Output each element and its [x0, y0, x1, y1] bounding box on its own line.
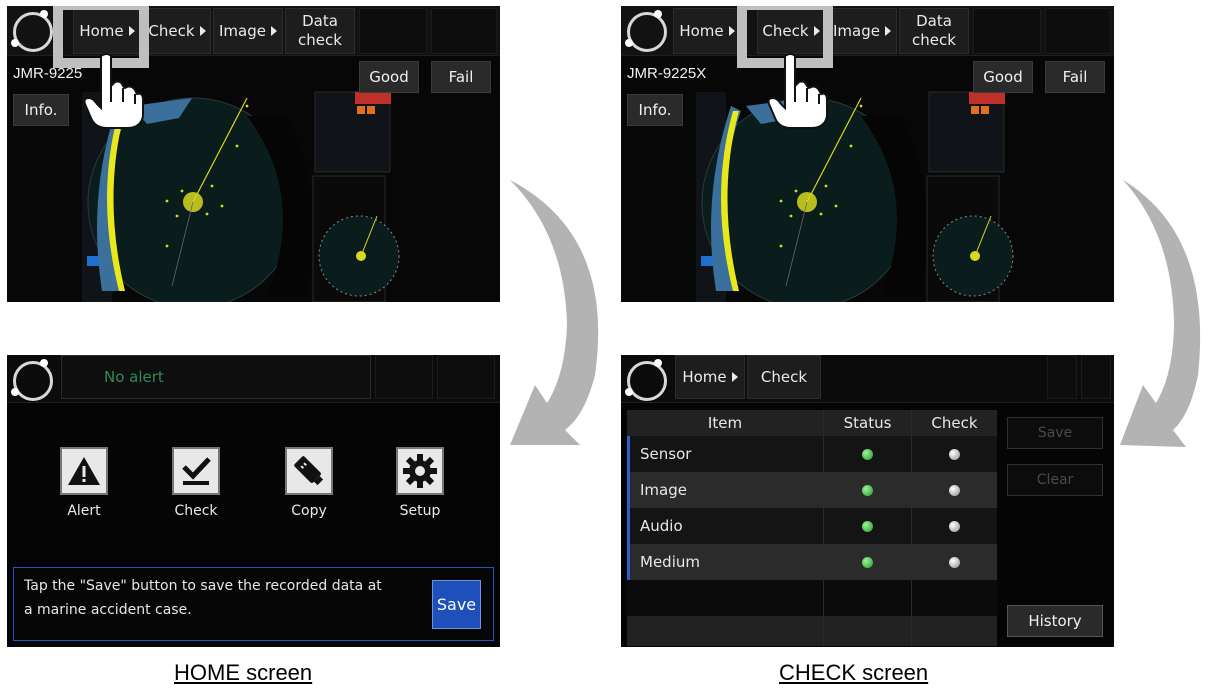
empty-slot: [359, 8, 427, 54]
pointing-hand-icon: [767, 53, 828, 129]
check-screen-caption: CHECK screen: [779, 660, 929, 685]
logo-icon: [625, 359, 667, 401]
empty-slot: [375, 355, 433, 399]
table-row[interactable]: Sensor: [627, 436, 997, 472]
empty-slot: [1047, 355, 1077, 399]
radar-screen-home-step: Home Check Image Data check JMR-9225 Good…: [7, 6, 500, 302]
home-screen-caption: HOME screen: [174, 660, 313, 685]
clear-button[interactable]: Clear: [1007, 464, 1103, 496]
nav-image-button[interactable]: Image: [827, 8, 897, 54]
empty-slot: [973, 8, 1041, 54]
empty-slot: [437, 355, 495, 399]
logo-icon: [11, 359, 53, 401]
curved-arrow-icon: [510, 180, 599, 445]
triangle-right-icon: [728, 26, 735, 36]
row-item-label: Medium: [627, 544, 823, 580]
table-header: Item Status Check: [627, 410, 997, 436]
copy-button[interactable]: Copy: [269, 447, 349, 519]
column-header-check: Check: [911, 410, 997, 436]
empty-slot: [1081, 355, 1111, 399]
status-indicator-icon: [862, 448, 873, 460]
alert-status-box: No alert: [61, 355, 371, 399]
empty-slot: [431, 8, 497, 54]
triangle-right-icon: [270, 26, 277, 36]
triangle-right-icon: [731, 372, 738, 382]
triangle-right-icon: [199, 26, 206, 36]
model-name: JMR-9225: [13, 65, 83, 82]
logo-icon: [11, 10, 53, 52]
info-button[interactable]: Info.: [627, 94, 683, 126]
good-button[interactable]: Good: [973, 61, 1033, 93]
alert-button[interactable]: Alert: [44, 447, 124, 519]
check-indicator-icon: [949, 556, 960, 568]
check-button[interactable]: Check: [156, 447, 236, 519]
model-name: JMR-9225X: [627, 65, 707, 82]
check-indicator-icon: [949, 448, 960, 460]
nav-data-check-button[interactable]: Data check: [285, 8, 355, 54]
check-table: Item Status Check Sensor Image Audio Med…: [627, 410, 997, 646]
usb-drive-icon: [285, 447, 333, 495]
curved-arrow-icon: [1120, 180, 1201, 447]
warning-icon: [60, 447, 108, 495]
save-message-box: Tap the "Save" button to save the record…: [13, 567, 494, 641]
check-screen: Home Check Item Status Check Sensor Imag…: [621, 355, 1114, 647]
row-item-label: Audio: [627, 508, 823, 544]
column-header-item: Item: [707, 414, 743, 432]
fail-button[interactable]: Fail: [431, 61, 491, 93]
checkmark-icon: [172, 447, 220, 495]
nav-home-button[interactable]: Home: [673, 8, 741, 54]
radar-screen-check-step: Home Check Image Data check JMR-9225X Goo…: [621, 6, 1114, 302]
column-header-status: Status: [823, 410, 911, 436]
fail-button[interactable]: Fail: [1045, 61, 1105, 93]
table-row[interactable]: Audio: [627, 508, 997, 544]
nav-home-button[interactable]: Home: [675, 355, 745, 399]
setup-button[interactable]: Setup: [380, 447, 460, 519]
table-row[interactable]: Medium: [627, 544, 997, 580]
status-indicator-icon: [862, 556, 873, 568]
status-indicator-icon: [862, 520, 873, 532]
row-item-label: Sensor: [627, 436, 823, 472]
gear-icon: [396, 447, 444, 495]
nav-data-check-button[interactable]: Data check: [899, 8, 969, 54]
triangle-right-icon: [884, 26, 891, 36]
top-bar: No alert: [7, 355, 500, 403]
info-button[interactable]: Info.: [13, 94, 69, 126]
top-bar: Home Check: [621, 355, 1114, 403]
status-indicator-icon: [862, 484, 873, 496]
good-button[interactable]: Good: [359, 61, 419, 93]
nav-check-button[interactable]: Check: [143, 8, 211, 54]
pointing-hand-icon: [83, 53, 144, 129]
table-row-empty: [627, 616, 997, 646]
save-button[interactable]: Save: [432, 580, 481, 629]
save-button[interactable]: Save: [1007, 417, 1103, 449]
nav-image-button[interactable]: Image: [213, 8, 283, 54]
check-indicator-icon: [949, 520, 960, 532]
history-button[interactable]: History: [1007, 605, 1103, 637]
home-screen: No alert Alert Check Copy Setup Tap the …: [7, 355, 500, 647]
table-row[interactable]: Image: [627, 472, 997, 508]
row-item-label: Image: [627, 472, 823, 508]
top-bar: Home Check Image Data check: [621, 6, 1114, 56]
nav-check-button[interactable]: Check: [747, 355, 821, 399]
empty-slot: [1045, 8, 1111, 54]
table-row-empty: [627, 580, 997, 616]
check-indicator-icon: [949, 484, 960, 496]
logo-icon: [625, 10, 667, 52]
